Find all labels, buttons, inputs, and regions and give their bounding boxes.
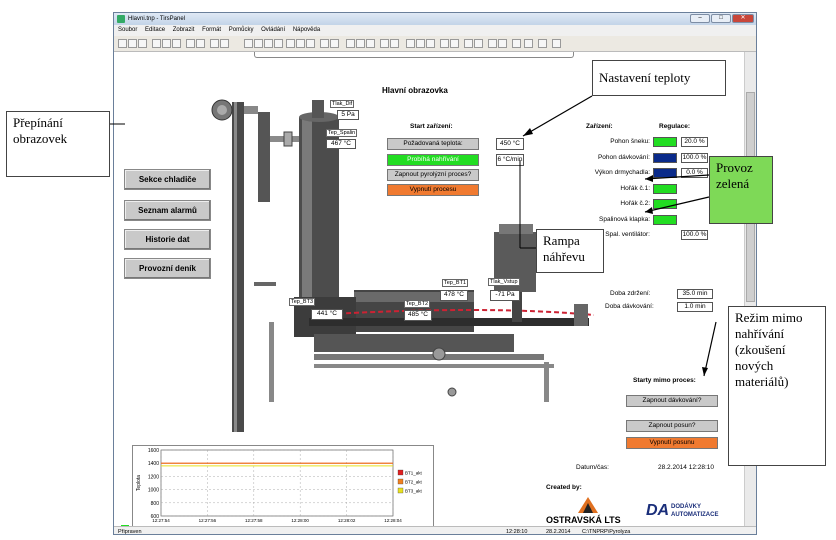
callout-arrows	[110, 95, 717, 377]
